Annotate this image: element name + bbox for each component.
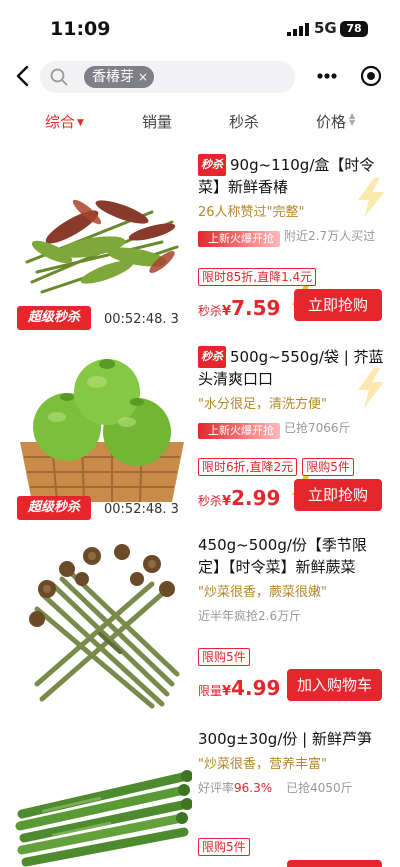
currency: ¥ [222,494,232,509]
product-card[interactable]: 超级秒杀 00:52:48. 3 秒杀 500g~550g/袋 | 芥蓝头清爽口口… [0,342,400,524]
network-label: 5G [314,19,337,37]
add-to-cart-button[interactable]: 加入购物车 [287,669,382,701]
tab-seckill[interactable]: 秒杀 [229,111,259,132]
product-image[interactable] [12,754,192,867]
caret-down-icon: ▼ [77,118,84,128]
hot-new-tag: 上新火爆开抢 [198,423,280,439]
clear-chip-icon[interactable]: × [138,66,148,88]
kohlrabi-basket-image [20,359,184,503]
sales-stat: 已抢4050斤 [286,781,353,795]
status-time: 11:09 [50,18,111,40]
price: 2.99 [231,486,281,510]
deal-tag: 限时6折,直降2元 [198,458,298,476]
price-row: 秒杀¥7.59 [198,296,280,320]
tab-label: 价格 [316,113,347,131]
seckill-tag: 秒杀 [198,346,226,368]
price-prefix: 秒杀 [198,304,223,318]
review-quote: "炒菜很香，蕨菜很嫩" [198,585,327,600]
sales-row: 好评率96.3% 已抢4050斤 [198,779,388,796]
product-image[interactable]: 超级秒杀 00:52:48. 3 [12,342,192,522]
tab-label: 秒杀 [229,113,260,131]
tab-price[interactable]: 价格 ▲ ▼ [316,111,355,132]
product-image[interactable]: 超级秒杀 00:52:48. 3 [12,152,192,332]
back-arrow-icon[interactable] [12,64,34,88]
deal-tag: 限时85折,直降1.4元 [198,268,317,286]
currency: ¥ [222,684,232,699]
hot-new-tag: 上新火爆开抢 [198,231,280,247]
limit-tag: 限购5件 [198,838,250,856]
battery-icon: 78 [340,21,368,37]
price-row: 秒杀¥2.99 [198,486,280,510]
limit-tag: 限购5件 [198,648,250,666]
sales-row: 上新火爆开抢 已抢7066斤 [198,419,388,439]
more-dots-icon[interactable] [316,66,338,86]
deal-tags: 限时6折,直降2元 限购5件 [198,456,354,476]
product-card[interactable]: 450g~500g/份【季节限定】【时令菜】新鲜蕨菜 "炒菜很香，蕨菜很嫩" 近… [0,530,400,718]
deal-tags: 限时85折,直降1.4元 [198,266,317,286]
rating-prefix: 好评率 [198,781,235,795]
price-prefix: 限量 [198,684,223,698]
fern-bundle-image [29,544,180,709]
deal-tags: 限购5件 [198,646,250,666]
super-seckill-badge: 超级秒杀 [17,306,91,330]
product-info: 450g~500g/份【季节限定】【时令菜】新鲜蕨菜 "炒菜很香，蕨菜很嫩" 近… [198,534,388,624]
sales-stat: 近半年疯抢2.6万斤 [198,609,302,623]
price: 7.59 [231,296,281,320]
price-prefix: 秒杀 [198,494,223,508]
product-card[interactable]: 超级秒杀 00:52:48. 3 秒杀 90g~110g/盒【时令菜】新鲜香椿 2… [0,150,400,338]
sort-arrows-icon: ▲ ▼ [349,111,356,127]
sales-row: 上新火爆开抢 附近2.7万人买过 [198,227,388,247]
add-to-cart-button[interactable] [287,860,382,867]
product-image[interactable] [12,534,192,714]
price: 4.99 [231,676,281,700]
tab-comprehensive[interactable]: 综合 ▼ [45,111,84,132]
super-seckill-badge: 超级秒杀 [17,496,91,520]
status-bar: 11:09 5G 78 [0,0,400,56]
search-icon [50,68,68,86]
sales-stat: 已抢7066斤 [284,421,351,435]
search-query-text: 香椿芽 [92,69,134,85]
search-query-chip[interactable]: 香椿芽 × [84,66,154,88]
product-title: 300g±30g/份 | 新鲜芦笋 [198,730,372,748]
review-quote: "炒菜很香，营养丰富" [198,757,327,772]
signal-icon [287,23,309,36]
deal-tags: 限购5件 [198,836,250,856]
toona-sprouts-image [25,199,179,294]
asparagus-image [15,770,192,867]
buy-now-button[interactable]: 立即抢购 [294,479,382,511]
limit-tag: 限购5件 [302,458,354,476]
countdown-timer: 00:52:48. 3 [104,502,179,517]
tab-label: 综合 [45,113,76,131]
currency: ¥ [222,304,232,319]
tab-label: 销量 [142,113,173,131]
product-card[interactable]: 300g±30g/份 | 新鲜芦笋 "炒菜很香，营养丰富" 好评率96.3% 已抢… [0,724,400,867]
sales-stat: 附近2.7万人买过 [284,229,376,243]
lightning-icon [358,178,384,218]
product-title: 450g~500g/份【季节限定】【时令菜】新鲜蕨菜 [198,536,367,576]
search-header: 香椿芽 × [0,56,400,100]
buy-now-button[interactable]: 立即抢购 [294,289,382,321]
sort-tabs: 综合 ▼ 销量 秒杀 价格 ▲ ▼ [0,104,400,138]
tab-sales[interactable]: 销量 [142,111,172,132]
price-row: 限量¥4.99 [198,676,280,700]
target-icon[interactable] [360,65,382,87]
rating-value: 96.3% [234,781,273,795]
seckill-tag: 秒杀 [198,154,226,176]
lightning-icon [358,368,384,408]
countdown-timer: 00:52:48. 3 [104,312,179,327]
product-info: 300g±30g/份 | 新鲜芦笋 "炒菜很香，营养丰富" 好评率96.3% 已抢… [198,728,388,796]
search-input[interactable]: 香椿芽 × [40,61,295,93]
